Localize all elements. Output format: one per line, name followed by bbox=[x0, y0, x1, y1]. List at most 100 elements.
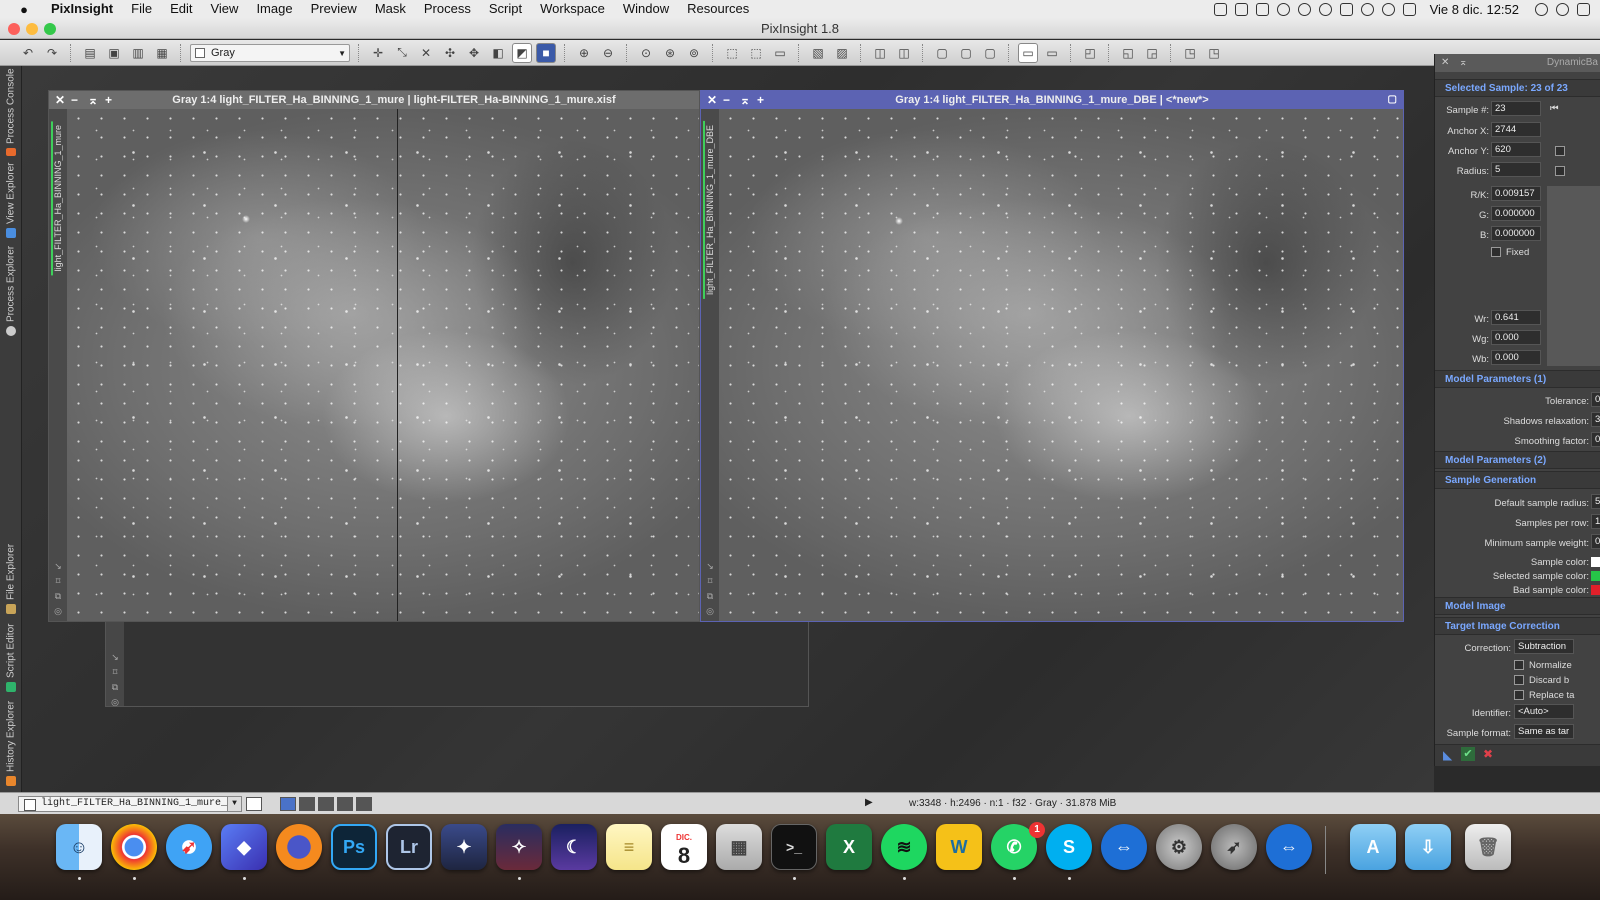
preview-3-icon[interactable]: ▭ bbox=[770, 43, 790, 63]
monitor-icon[interactable]: ▭ bbox=[1018, 42, 1038, 63]
zoom-3-icon[interactable]: ⊚ bbox=[684, 43, 704, 63]
dock-firefox-icon[interactable] bbox=[276, 824, 322, 870]
menu-workspace[interactable]: Workspace bbox=[531, 0, 614, 18]
status-check-icon[interactable] bbox=[1213, 2, 1227, 16]
menu-app[interactable]: PixInsight bbox=[42, 0, 122, 18]
g-field[interactable]: 0.000000 bbox=[1491, 206, 1541, 221]
dock-affinity-icon[interactable]: ◆ bbox=[221, 824, 267, 870]
apple-icon[interactable]: ● bbox=[16, 1, 32, 17]
window-icon-2[interactable]: ⌑ bbox=[705, 576, 715, 586]
image-canvas[interactable] bbox=[67, 109, 699, 621]
anchor-x-field[interactable]: 2744 bbox=[1491, 122, 1541, 137]
tab-script-editor[interactable]: Script Editor bbox=[1, 620, 21, 692]
zoom-window-button[interactable] bbox=[44, 23, 56, 35]
minimize-icon[interactable]: − bbox=[71, 91, 78, 109]
bad-sample-color-swatch[interactable] bbox=[1591, 585, 1600, 595]
normalize-checkbox[interactable] bbox=[1514, 660, 1524, 670]
dock-downloads-folder-icon[interactable]: ⇩ bbox=[1405, 824, 1451, 870]
image-window-original[interactable]: ✕ − ⌅ + Gray 1:4 light_FILTER_Ha_BINNING… bbox=[48, 90, 700, 622]
view-id-tab[interactable]: light_FILTER_Ha_BINNING_1_mure_DBE bbox=[703, 121, 717, 299]
section-selected-sample[interactable]: Selected Sample: 23 of 23 bbox=[1435, 79, 1600, 97]
view-selector-icon[interactable] bbox=[246, 796, 262, 811]
menu-edit[interactable]: Edit bbox=[161, 0, 201, 18]
first-sample-icon[interactable]: ⏮ bbox=[1550, 103, 1559, 114]
monitor-2-icon[interactable]: ▭ bbox=[1042, 43, 1062, 63]
smoothing-factor-field[interactable]: 0. bbox=[1591, 432, 1600, 447]
zoom-1-icon[interactable]: ⊙ bbox=[636, 43, 656, 63]
close-icon[interactable]: ✕ bbox=[1441, 54, 1449, 72]
close-window-button[interactable] bbox=[8, 23, 20, 35]
status-airport-icon[interactable] bbox=[1297, 2, 1311, 16]
screen-2-icon[interactable]: ◱ bbox=[1118, 43, 1138, 63]
dock-excel-icon[interactable]: X bbox=[826, 824, 872, 870]
dock-teamviewer-icon[interactable]: ⇔ bbox=[1101, 824, 1147, 870]
screen-5-icon[interactable]: ◳ bbox=[1204, 43, 1224, 63]
default-sample-radius-field[interactable]: 5 bbox=[1591, 494, 1600, 509]
readout-icon[interactable]: ◧ bbox=[488, 43, 508, 63]
pan-icon[interactable]: ✛ bbox=[368, 43, 388, 63]
volume-icon[interactable] bbox=[1402, 2, 1416, 16]
dock-launchpad-icon[interactable]: ➶ bbox=[1211, 824, 1257, 870]
checkbox[interactable] bbox=[1555, 166, 1565, 176]
tab-file-explorer[interactable]: File Explorer bbox=[1, 542, 21, 614]
status-sync-icon[interactable] bbox=[1255, 2, 1269, 16]
dock-wunderlist-icon[interactable]: W bbox=[936, 824, 982, 870]
section-model-parameters-2[interactable]: Model Parameters (2) bbox=[1435, 451, 1600, 469]
new-instance-icon[interactable]: ◣ bbox=[1443, 748, 1452, 762]
fit-icon[interactable]: ⤡ bbox=[392, 43, 412, 63]
menu-mask[interactable]: Mask bbox=[366, 0, 415, 18]
menu-preview[interactable]: Preview bbox=[302, 0, 366, 18]
save-icon[interactable]: ▣ bbox=[104, 43, 124, 63]
window-icon-1[interactable]: ↘ bbox=[53, 561, 63, 571]
wr-field[interactable]: 0.641 bbox=[1491, 310, 1541, 325]
channel-b-button[interactable] bbox=[337, 796, 353, 811]
menu-view[interactable]: View bbox=[201, 0, 247, 18]
image-window-title-bar[interactable]: ✕ − ⌅ + Gray 1:4 light_FILTER_Ha_BINNING… bbox=[49, 91, 699, 109]
restore-icon[interactable]: ▢ bbox=[1388, 91, 1397, 109]
dock-trash-icon[interactable]: 🗑 bbox=[1465, 824, 1511, 870]
image-canvas[interactable] bbox=[719, 109, 1403, 621]
panel-2-icon[interactable]: ◫ bbox=[894, 43, 914, 63]
menu-process[interactable]: Process bbox=[415, 0, 480, 18]
panel-1-icon[interactable]: ◫ bbox=[870, 43, 890, 63]
sample-number-field[interactable]: 23 bbox=[1491, 101, 1541, 116]
stf-icon[interactable]: ■ bbox=[536, 42, 556, 63]
center-icon[interactable]: ✥ bbox=[464, 43, 484, 63]
dock-safari-icon[interactable]: ➹ bbox=[166, 824, 212, 870]
screen-4-icon[interactable]: ◳ bbox=[1180, 43, 1200, 63]
anchor-y-field[interactable]: 620 bbox=[1491, 142, 1541, 157]
samples-per-row-field[interactable]: 1( bbox=[1591, 514, 1600, 529]
status-cloud-icon[interactable] bbox=[1318, 2, 1332, 16]
undo-all-icon[interactable]: ▤ bbox=[80, 43, 100, 63]
view-id-tab[interactable]: light_FILTER_Ha_BINNING_1_mure bbox=[51, 121, 65, 276]
new-image-icon[interactable]: ▥ bbox=[128, 43, 148, 63]
correction-select[interactable]: Subtraction bbox=[1514, 639, 1574, 654]
notification-center-icon[interactable] bbox=[1577, 2, 1590, 16]
image-window-title-bar[interactable]: ✕ − ⌅ + Gray 1:4 light_FILTER_Ha_BINNING… bbox=[701, 91, 1403, 109]
dock-spotify-icon[interactable]: ≋ bbox=[881, 824, 927, 870]
dock-chrome-icon[interactable] bbox=[111, 824, 157, 870]
image-window-dbe[interactable]: ✕ − ⌅ + Gray 1:4 light_FILTER_Ha_BINNING… bbox=[700, 90, 1404, 622]
tab-process-explorer[interactable]: Process Explorer bbox=[1, 244, 21, 336]
window-icon-4[interactable]: ◎ bbox=[110, 697, 120, 707]
window-icon-1[interactable]: ↘ bbox=[705, 561, 715, 571]
menu-clock[interactable]: Vie 8 dic. 12:52 bbox=[1430, 2, 1519, 17]
dock-skype-icon[interactable]: S bbox=[1046, 824, 1092, 870]
rk-field[interactable]: 0.009157 bbox=[1491, 186, 1541, 201]
channel-r-button[interactable] bbox=[299, 796, 315, 811]
preview-2-icon[interactable]: ⬚ bbox=[746, 43, 766, 63]
section-model-image[interactable]: Model Image bbox=[1435, 597, 1600, 615]
menu-file[interactable]: File bbox=[122, 0, 161, 18]
sample-color-swatch[interactable] bbox=[1591, 557, 1600, 567]
tolerance-field[interactable]: 0. bbox=[1591, 392, 1600, 407]
shadows-relaxation-field[interactable]: 3. bbox=[1591, 412, 1600, 427]
view-3-icon[interactable]: ▢ bbox=[980, 43, 1000, 63]
radius-field[interactable]: 5 bbox=[1491, 162, 1541, 177]
preview-icon[interactable]: ⬚ bbox=[722, 43, 742, 63]
play-icon[interactable]: ▶ bbox=[865, 797, 873, 808]
display-mode-select[interactable]: Gray ▼ bbox=[190, 43, 350, 62]
reset-x-icon[interactable]: ✖ bbox=[1483, 747, 1493, 761]
redo-icon[interactable]: ↷ bbox=[42, 43, 62, 63]
shade-icon[interactable]: ⌅ bbox=[1459, 54, 1467, 72]
minimized-window[interactable]: ↘ ⌑ ⧉ ◎ bbox=[105, 621, 809, 707]
